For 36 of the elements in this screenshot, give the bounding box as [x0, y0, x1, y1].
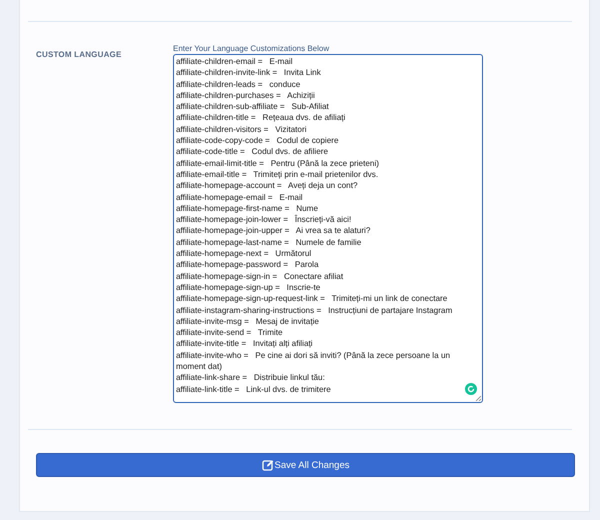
- text-line: affiliate-children-purchases = Achiziții: [176, 90, 315, 102]
- section-label: CUSTOM LANGUAGE: [36, 50, 122, 59]
- text-line: affiliate-code-title = Codul dvs. de afiliere: [176, 146, 328, 158]
- text-line: affiliate-homepage-last-name = Numele de familie: [176, 236, 362, 248]
- language-textarea[interactable]: [173, 54, 483, 403]
- text-line: affiliate-homepage-sign-in = Conectare afiliat: [176, 270, 344, 282]
- text-line: affiliate-children-title = Rețeaua dvs. de afiliați: [176, 112, 346, 124]
- text-line: affiliate-homepage-email = E-mail: [176, 192, 303, 203]
- text-line: affiliate-invite-who = Pe cine ai dori să inviti? (Până la zece persoane la un moment dat): [176, 350, 452, 372]
- text-line: affiliate-link-title = Link-ul dvs. de trimitere: [176, 384, 331, 395]
- text-line: affiliate-homepage-join-lower = Înscrieți-vă aici!: [176, 214, 352, 226]
- text-line: affiliate-link-share = Distribuie linkul tău:: [176, 372, 325, 384]
- text-line: affiliate-children-visitors = Vizitatori: [176, 124, 307, 136]
- text-line: affiliate-invite-title = Invitați alți afiliați: [176, 338, 313, 350]
- text-line: affiliate-homepage-sign-up-request-link = Trimiteți-mi un link de conectare: [176, 293, 448, 305]
- text-line: affiliate-children-leads = conduce: [176, 78, 300, 90]
- field-label: Enter Your Language Customizations Below: [173, 44, 330, 53]
- text-line: affiliate-homepage-first-name = Nume: [176, 202, 318, 214]
- text-line: affiliate-instagram-sharing-instructions = Instrucțiuni de partajare Instagram: [176, 304, 452, 316]
- resize-handle-icon[interactable]: [475, 395, 481, 401]
- save-button[interactable]: Save All Changes: [36, 453, 575, 477]
- text-line: affiliate-children-email = E-mail: [176, 56, 293, 68]
- edit-icon: [262, 459, 274, 471]
- text-line: affiliate-email-title = Trimiteți prin e-mail prietenilor dvs.: [176, 168, 378, 180]
- text-line: affiliate-code-copy-code = Codul de copiere: [176, 135, 339, 146]
- text-line: affiliate-invite-send = Trimite: [176, 327, 283, 338]
- text-line: affiliate-homepage-sign-up = Inscrie-te: [176, 282, 320, 294]
- text-line: affiliate-homepage-join-upper = Ai vrea sa te alaturi?: [176, 225, 370, 237]
- text-line: affiliate-children-sub-affiliate = Sub-Afiliat: [176, 101, 329, 112]
- text-line: affiliate-invite-msg = Mesaj de invitație: [176, 316, 319, 328]
- text-line: affiliate-homepage-account = Aveți deja un cont?: [176, 180, 358, 192]
- text-line: affiliate-children-invite-link = Invita Link: [176, 67, 321, 79]
- text-line: affiliate-homepage-password = Parola: [176, 259, 319, 271]
- text-line: affiliate-email-limit-title = Pentru (Până la zece prieteni): [176, 158, 380, 169]
- refresh-icon[interactable]: [465, 383, 477, 395]
- text-line: affiliate-homepage-next = Următorul: [176, 248, 312, 260]
